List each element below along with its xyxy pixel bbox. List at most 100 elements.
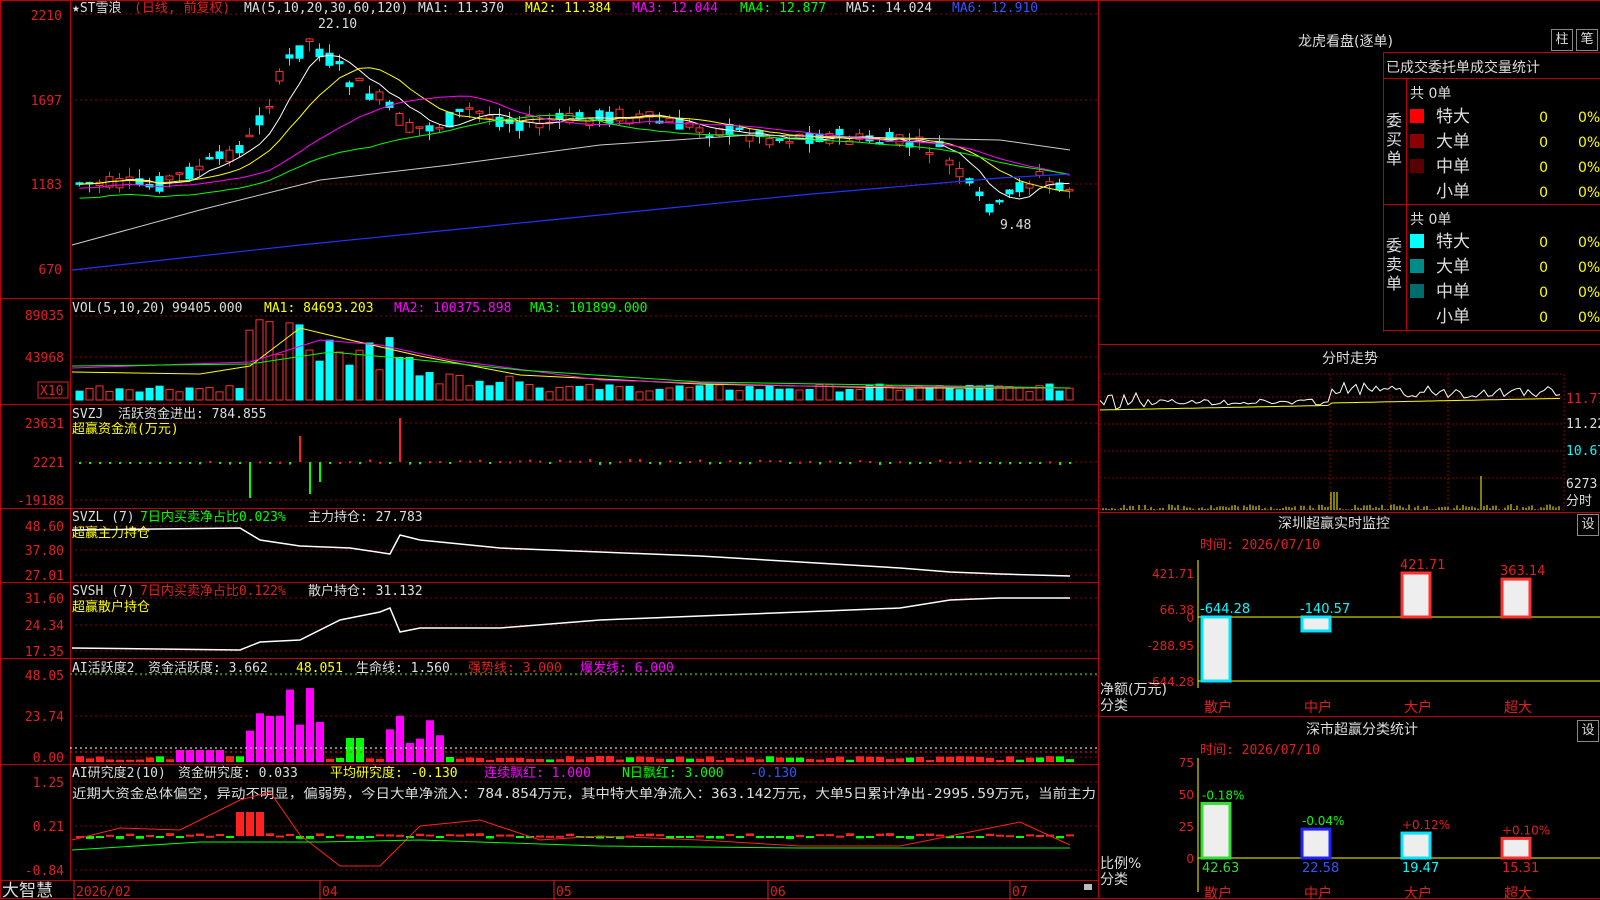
vol-ma3: MA3: 101899.000 — [530, 301, 647, 316]
volume-bar — [225, 385, 234, 401]
ai2-bar — [976, 756, 984, 762]
volume-bar — [575, 385, 584, 401]
volume-bar — [455, 375, 464, 401]
monitor-title: 深圳超赢实时监控 — [1278, 515, 1390, 532]
column-view-button[interactable]: 柱 — [1551, 29, 1573, 51]
svzj-bar — [839, 462, 841, 465]
research-bar — [156, 836, 164, 838]
research-bar — [856, 836, 864, 839]
research-bar — [476, 833, 484, 836]
side-label-char: 单 — [1386, 149, 1402, 168]
svzj-bar — [739, 462, 741, 465]
research-bar — [226, 836, 234, 838]
svzj-bar — [569, 460, 571, 463]
ai2-bar — [526, 759, 534, 762]
ai2-bar — [1026, 757, 1034, 762]
volume-bar — [835, 391, 844, 401]
monitor-settings-button[interactable]: 设 — [1577, 514, 1599, 536]
candle-body — [695, 127, 704, 133]
ai2-bar — [496, 758, 504, 762]
volume-bar — [625, 385, 634, 401]
candle-body — [265, 105, 274, 109]
ai2-bar — [766, 756, 774, 762]
svzj-bar — [989, 462, 991, 464]
ai2-bar — [696, 758, 704, 762]
ai2-tick: 48.05 — [25, 669, 64, 684]
research-bar — [556, 835, 564, 838]
volume-bar — [905, 388, 914, 401]
candle-body — [475, 110, 484, 114]
svzj-bar — [1049, 461, 1051, 464]
volume-bar — [1025, 391, 1034, 401]
volume-bar — [175, 391, 184, 401]
ai2-bar — [806, 758, 814, 762]
volume-bar — [765, 385, 774, 401]
volume-bar — [525, 384, 534, 401]
ai2-bar — [636, 756, 644, 762]
svzj-bar — [829, 460, 831, 463]
monitor-panel: 深圳超赢实时监控 时间: 2026/07/10 421.7166.380-288… — [1100, 515, 1600, 716]
svzj-bar — [929, 462, 931, 464]
candle-body — [975, 191, 984, 197]
svzj-bar — [599, 462, 601, 465]
research-bar — [566, 833, 574, 836]
row-pct: 0% — [1578, 110, 1600, 126]
research-bar — [966, 835, 974, 838]
svzj-bar — [819, 462, 821, 465]
research-bar — [206, 835, 214, 838]
classify-settings-button[interactable]: 设 — [1577, 720, 1599, 742]
svsh-sub: 超赢散户持仓 — [72, 599, 150, 615]
candle-body — [365, 93, 374, 100]
candle-body — [315, 48, 324, 58]
research-bar — [96, 836, 104, 838]
ai2-bar — [726, 757, 734, 762]
svzl-tick: 48.60 — [25, 520, 64, 535]
volume-bar — [715, 384, 724, 401]
svsh-tick: 17.35 — [25, 645, 64, 660]
research-bar — [726, 834, 734, 837]
svzj-bar — [99, 462, 101, 465]
candle-body — [485, 114, 494, 119]
kline-candles — [75, 38, 1074, 216]
volume-bar — [635, 391, 644, 401]
ai2-bar — [796, 757, 804, 762]
ai2-bar — [1006, 756, 1014, 762]
volume-bar — [325, 339, 334, 401]
svzl-text2: 主力持仓: 27.783 — [308, 510, 423, 525]
monitor-bar-label: 363.14 — [1500, 564, 1546, 579]
ai2-tick: 0.00 — [33, 751, 64, 766]
svzj-bar — [229, 462, 231, 465]
x-tick: 2026/02 — [76, 885, 131, 900]
volume-bar — [805, 389, 814, 401]
research-header: AI研究度2(10) 资金研究度: 0.033 平均研究度: -0.130 连续… — [72, 765, 1096, 802]
lock-icon[interactable] — [1084, 884, 1092, 890]
ai2-bar — [896, 758, 904, 762]
svzl-tick: 27.01 — [25, 569, 64, 584]
classify-x-label: 超大 — [1504, 886, 1532, 900]
side-label-char: 单 — [1386, 274, 1402, 293]
monitor-x-label: 中户 — [1304, 699, 1332, 716]
row-pct: 0% — [1578, 235, 1600, 251]
research-bar — [396, 834, 404, 837]
volume-bar — [535, 387, 544, 401]
ai2-bar — [106, 759, 114, 762]
research-bar — [106, 834, 114, 837]
svzj-text: 活跃资金进出: 784.855 — [118, 406, 266, 422]
monitor-y-tick: 421.71 — [1152, 567, 1194, 581]
ai2-bar — [866, 756, 874, 762]
kline-ma-lines — [71, 54, 1071, 271]
price-tick: 670 — [39, 263, 62, 278]
volume-bar — [275, 353, 284, 401]
candle-body — [205, 156, 214, 160]
row-pct: 0% — [1578, 160, 1600, 176]
tick-view-button[interactable]: 笔 — [1576, 29, 1598, 51]
research-bar — [826, 834, 834, 837]
svzj-bar — [919, 462, 921, 464]
volume-bar — [125, 389, 134, 401]
monitor-bar — [1400, 571, 1432, 619]
ai2-bar — [276, 715, 284, 762]
price-tick: 1183 — [31, 178, 62, 193]
monitor-x-label: 超大 — [1504, 700, 1532, 716]
monitor-y-tick: 0 — [1186, 611, 1194, 625]
research-bar — [136, 836, 144, 839]
